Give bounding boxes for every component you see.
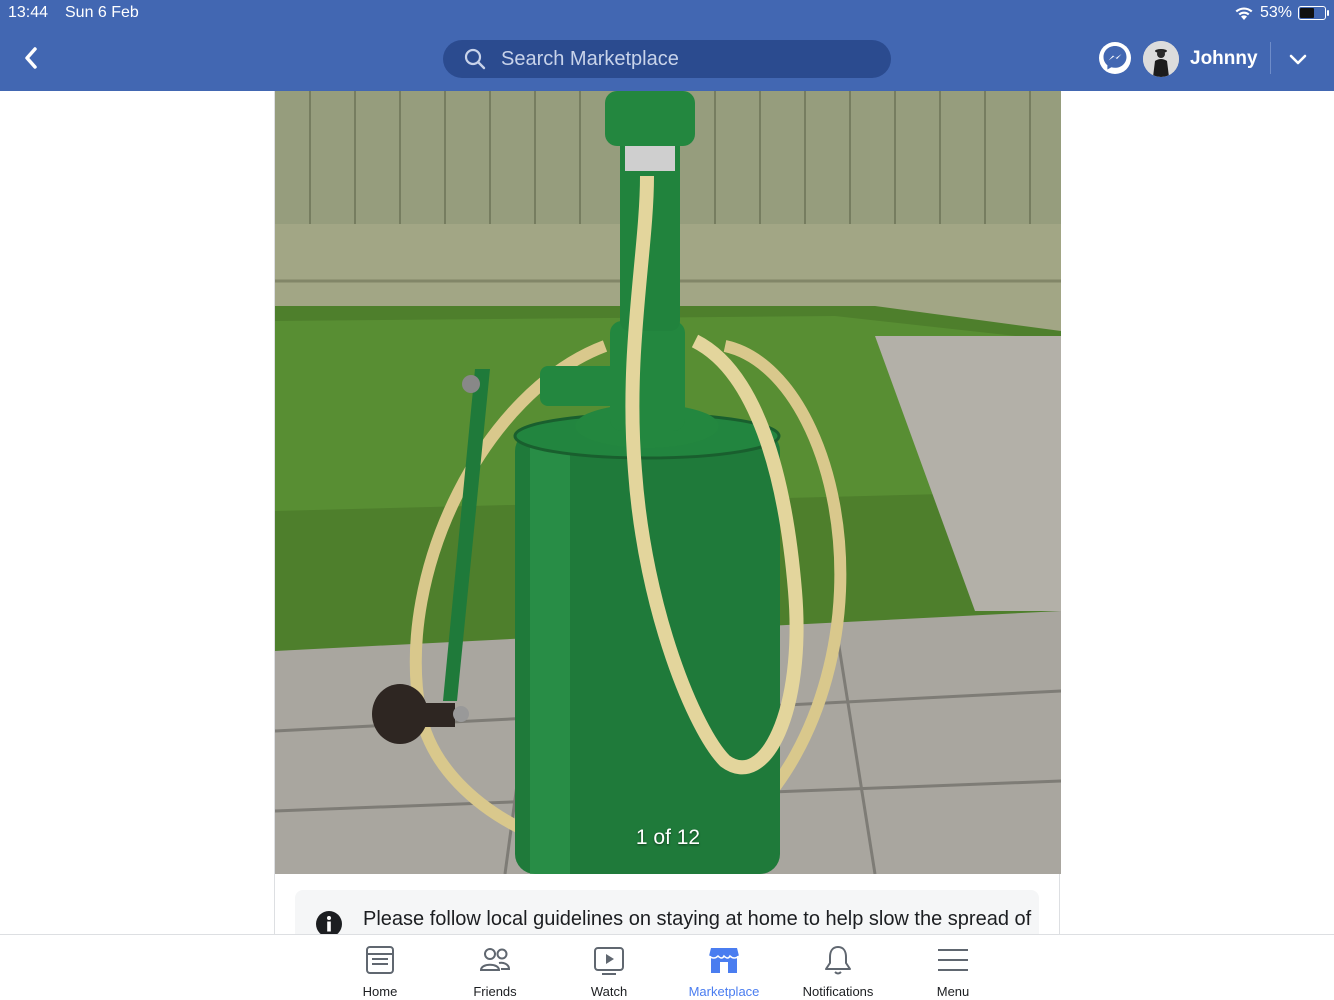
wifi-icon [1235, 6, 1253, 20]
tab-bar: Home Friends Watch Marketplace Notificat… [0, 934, 1334, 1000]
bell-icon [825, 946, 851, 975]
messenger-button[interactable] [1099, 42, 1131, 74]
nav-divider [1270, 42, 1271, 74]
back-button[interactable] [18, 44, 46, 72]
tab-label: Marketplace [688, 984, 760, 999]
marketplace-icon [708, 948, 740, 973]
tab-label: Notifications [802, 984, 874, 999]
tab-label: Menu [936, 984, 970, 999]
avatar [1143, 41, 1179, 77]
search-bar[interactable] [443, 40, 891, 78]
tab-label: Home [362, 984, 398, 999]
profile-name: Johnny [1190, 48, 1258, 69]
menu-icon [938, 949, 968, 971]
avatar-image [1143, 41, 1179, 77]
tab-menu[interactable]: Menu [898, 943, 1008, 999]
tab-home[interactable]: Home [325, 943, 435, 999]
friends-icon [479, 948, 511, 971]
listing-photo[interactable]: 1 of 12 [275, 91, 1061, 874]
chevron-left-icon [25, 47, 37, 69]
battery-icon [1298, 6, 1329, 20]
tab-label: Friends [473, 984, 517, 999]
watch-icon [594, 947, 624, 975]
tab-watch[interactable]: Watch [554, 943, 664, 999]
account-menu-button[interactable] [1285, 46, 1311, 72]
search-input[interactable] [501, 47, 861, 71]
battery-percent: 53% [1259, 4, 1292, 21]
status-indicators: 53% [1234, 4, 1329, 22]
search-icon [464, 48, 486, 70]
tab-marketplace[interactable]: Marketplace [669, 943, 779, 999]
nav-bar: Johnny [0, 26, 1334, 91]
status-bar: 13:44 Sun 6 Feb 53% [0, 0, 1334, 26]
home-icon [366, 946, 394, 974]
tab-friends[interactable]: Friends [440, 943, 550, 999]
messenger-icon [1103, 46, 1127, 70]
status-date: Sun 6 Feb [65, 4, 139, 21]
status-time: 13:44 [8, 4, 49, 21]
battery-level [1300, 8, 1314, 18]
chevron-down-icon [1289, 54, 1307, 65]
tab-notifications[interactable]: Notifications [783, 943, 893, 999]
profile-button[interactable]: Johnny [1143, 41, 1258, 77]
photo-counter: 1 of 12 [635, 826, 701, 849]
tab-label: Watch [590, 984, 628, 999]
listing-content: 1 of 12 Please follow local guidelines o… [274, 91, 1061, 950]
listing-photo-image [275, 91, 1061, 874]
